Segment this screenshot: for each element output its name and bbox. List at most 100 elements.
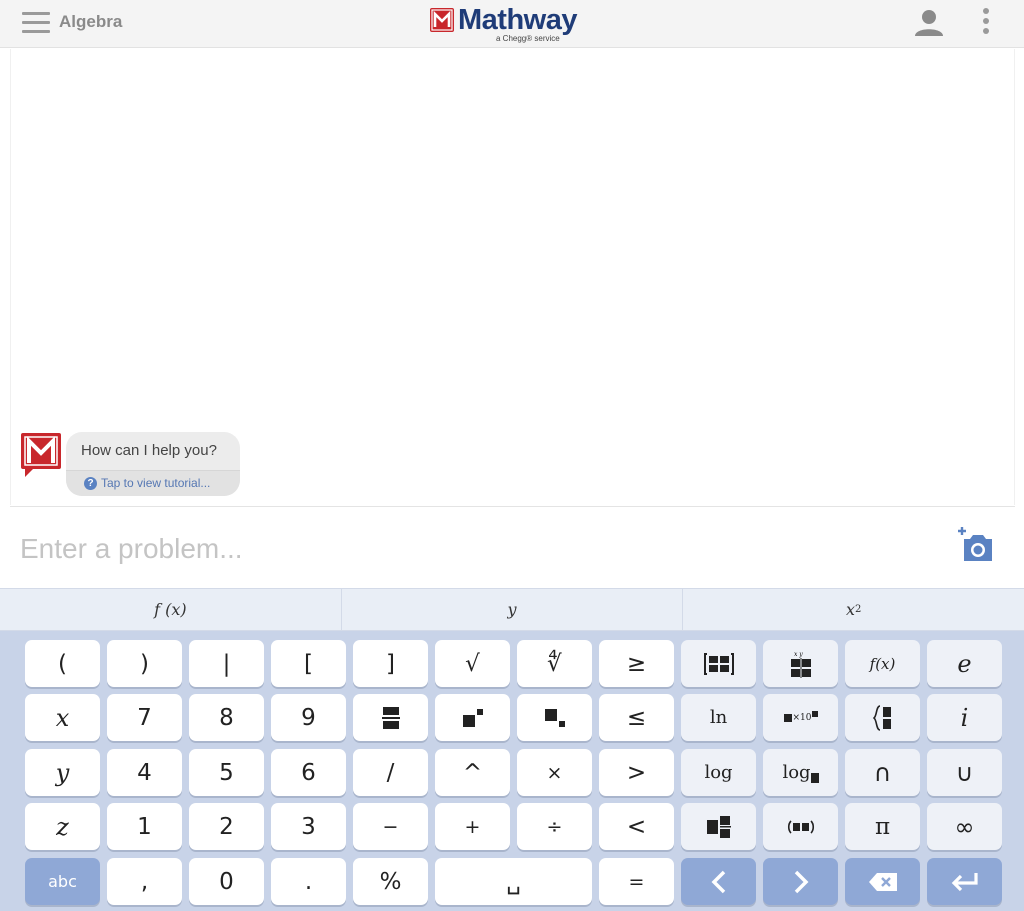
key-1[interactable]: 1 — [107, 803, 182, 850]
key-less-equal[interactable]: ≤ — [599, 694, 674, 741]
key-6[interactable]: 6 — [271, 749, 346, 796]
key-union[interactable]: ∪ — [927, 749, 1002, 796]
key-nth-root[interactable]: ∜ — [517, 640, 592, 687]
key-exponent[interactable] — [435, 694, 510, 741]
math-keypad: ( ) | [ ] √ ∜ ≥ x y f(x) e x 7 8 9 ≤ ln … — [0, 631, 1024, 911]
tab-x-squared-label: x — [845, 600, 855, 619]
key-y[interactable]: y — [25, 749, 100, 796]
matrix-icon — [703, 652, 734, 675]
key-equals[interactable]: = — [599, 858, 674, 905]
keyboard-tabs: f (x) y x2 — [0, 588, 1024, 631]
tab-y-label: y — [507, 600, 517, 619]
key-0[interactable]: 0 — [189, 858, 264, 905]
key-comma[interactable]: , — [107, 858, 182, 905]
sci-times-ten: ×10 — [792, 712, 812, 723]
key-z[interactable]: z — [25, 803, 100, 850]
tutorial-link[interactable]: ? Tap to view tutorial... — [66, 470, 240, 496]
key-log-base[interactable]: log — [763, 749, 838, 796]
menu-icon[interactable] — [22, 12, 50, 34]
fraction-icon — [381, 706, 400, 729]
key-subscript[interactable] — [517, 694, 592, 741]
key-function[interactable]: f(x) — [845, 640, 920, 687]
key-ordered-pair[interactable] — [763, 803, 838, 850]
key-ln[interactable]: ln — [681, 694, 756, 741]
key-greater-equal[interactable]: ≥ — [599, 640, 674, 687]
brand-name: Mathway — [458, 4, 577, 36]
key-less-than[interactable]: < — [599, 803, 674, 850]
subject-title[interactable]: Algebra — [59, 12, 122, 32]
key-close-bracket[interactable]: ] — [353, 640, 428, 687]
key-2[interactable]: 2 — [189, 803, 264, 850]
svg-text:x y: x y — [794, 651, 803, 658]
enter-icon — [951, 872, 978, 891]
key-percent[interactable]: % — [353, 858, 428, 905]
key-cursor-left[interactable] — [681, 858, 756, 905]
key-period[interactable]: . — [271, 858, 346, 905]
table-icon: x y — [790, 651, 811, 678]
camera-icon[interactable] — [954, 525, 996, 565]
key-5[interactable]: 5 — [189, 749, 264, 796]
more-options-icon[interactable] — [976, 8, 996, 40]
backspace-icon — [868, 872, 897, 891]
key-greater-than[interactable]: > — [599, 749, 674, 796]
tab-x-squared-sup: 2 — [855, 604, 862, 615]
key-backspace[interactable] — [845, 858, 920, 905]
key-minus[interactable]: − — [353, 803, 428, 850]
exponent-icon — [462, 708, 483, 727]
log-base-slot-icon — [810, 772, 819, 783]
greeting-text: How can I help you? — [81, 442, 217, 459]
key-cursor-right[interactable] — [763, 858, 838, 905]
key-divide[interactable]: ÷ — [517, 803, 592, 850]
key-open-bracket[interactable]: [ — [271, 640, 346, 687]
brand-subtitle: a Chegg® service — [496, 34, 560, 43]
key-3[interactable]: 3 — [271, 803, 346, 850]
key-piecewise[interactable] — [845, 694, 920, 741]
key-fraction[interactable] — [353, 694, 428, 741]
key-9[interactable]: 9 — [271, 694, 346, 741]
log-base-label: log — [782, 762, 811, 783]
key-plus[interactable]: + — [435, 803, 510, 850]
tab-functions[interactable]: f (x) — [0, 589, 342, 630]
key-pi[interactable]: π — [845, 803, 920, 850]
subscript-icon — [544, 708, 565, 727]
chat-area: How can I help you? ? Tap to view tutori… — [10, 49, 1015, 505]
key-7[interactable]: 7 — [107, 694, 182, 741]
key-multiply[interactable]: × — [517, 749, 592, 796]
mixed-fraction-icon — [706, 815, 731, 838]
problem-input[interactable] — [20, 529, 920, 569]
key-absolute-value[interactable]: | — [189, 640, 264, 687]
tab-x-squared[interactable]: x2 — [683, 589, 1024, 630]
chevron-right-icon — [794, 870, 808, 893]
key-x[interactable]: x — [25, 694, 100, 741]
key-matrix[interactable] — [681, 640, 756, 687]
key-table[interactable]: x y — [763, 640, 838, 687]
key-slash[interactable]: / — [353, 749, 428, 796]
key-square-root[interactable]: √ — [435, 640, 510, 687]
key-8[interactable]: 8 — [189, 694, 264, 741]
key-intersection[interactable]: ∩ — [845, 749, 920, 796]
mathway-logo-icon — [430, 8, 454, 32]
tab-y[interactable]: y — [342, 589, 684, 630]
key-enter[interactable] — [927, 858, 1002, 905]
help-icon: ? — [84, 477, 97, 490]
key-mixed-fraction[interactable] — [681, 803, 756, 850]
sci-exponent-icon — [811, 710, 818, 717]
key-euler-e[interactable]: e — [927, 640, 1002, 687]
tab-functions-label: f (x) — [154, 600, 187, 619]
chevron-left-icon — [711, 870, 725, 893]
key-4[interactable]: 4 — [107, 749, 182, 796]
key-caret[interactable]: ^ — [435, 749, 510, 796]
key-log[interactable]: log — [681, 749, 756, 796]
key-space[interactable]: ␣ — [435, 858, 592, 905]
key-infinity[interactable]: ∞ — [927, 803, 1002, 850]
key-close-paren[interactable]: ) — [107, 640, 182, 687]
problem-input-row — [10, 506, 1015, 588]
sci-mantissa-icon — [783, 713, 792, 722]
user-account-icon[interactable] — [912, 6, 946, 40]
key-abc-toggle[interactable]: abc — [25, 858, 100, 905]
key-open-paren[interactable]: ( — [25, 640, 100, 687]
greeting-bubble: How can I help you? ? Tap to view tutori… — [66, 432, 240, 496]
app-header: Algebra Mathway a Chegg® service — [0, 0, 1024, 48]
key-imaginary-i[interactable]: i — [927, 694, 1002, 741]
key-scientific-notation[interactable]: ×10 — [763, 694, 838, 741]
